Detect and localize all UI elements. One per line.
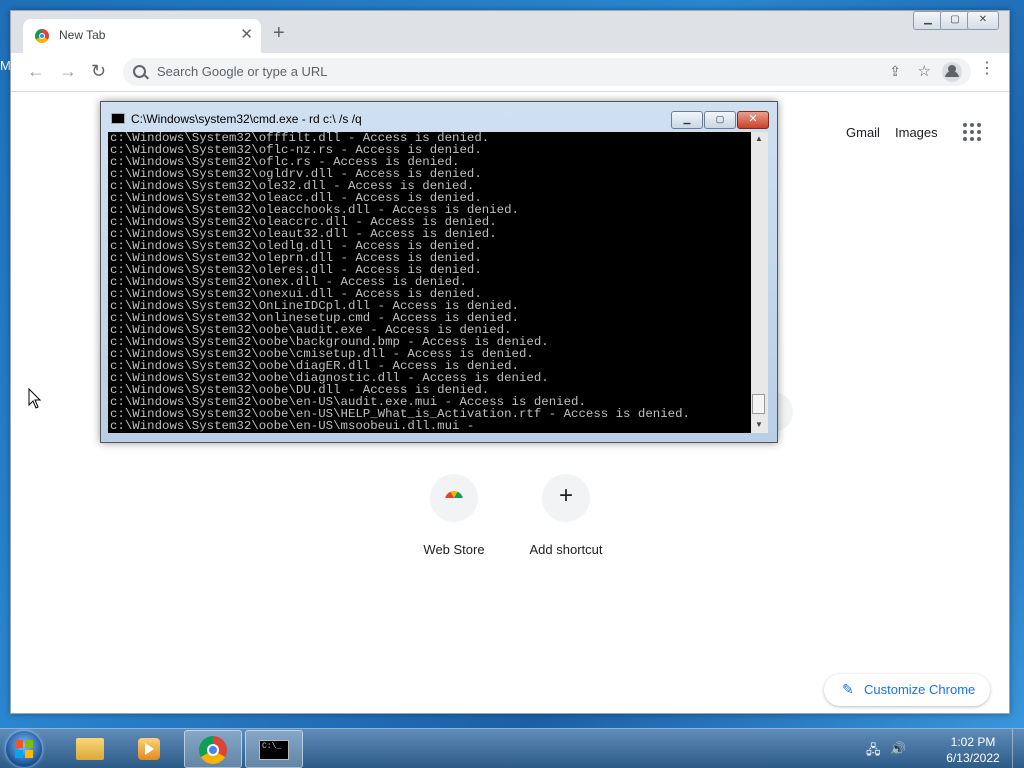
omnibox-placeholder[interactable]: Search Google or type a URL	[157, 64, 328, 79]
share-icon[interactable]: ⇪	[889, 63, 901, 80]
search-icon	[133, 65, 146, 78]
cmd-taskbar-icon: C:\_	[259, 740, 289, 760]
shortcut-tile[interactable]: +	[542, 474, 590, 522]
taskbar: C:\_ 🖧 🔊 1:02 PM 6/13/2022	[0, 728, 1024, 768]
shortcut-web-store[interactable]: Web Store	[404, 474, 504, 557]
chrome-menu-icon[interactable]: ⋮	[979, 61, 995, 77]
network-icon[interactable]: 🖧	[866, 741, 881, 763]
customize-label: Customize Chrome	[864, 682, 976, 697]
volume-icon[interactable]: 🔊	[890, 741, 906, 757]
maximize-button[interactable]: ▢	[940, 11, 970, 30]
scroll-up-arrow-icon[interactable]: ▲	[755, 134, 763, 143]
scroll-thumb[interactable]	[752, 394, 765, 414]
customize-chrome-button[interactable]: ✎ Customize Chrome	[824, 674, 990, 706]
plus-icon: +	[558, 482, 573, 509]
shortcut-label: Web Store	[423, 542, 485, 557]
cmd-title: C:\Windows\system32\cmd.exe - rd c:\ /s …	[131, 112, 362, 126]
minimize-button[interactable]: ▁	[913, 11, 943, 30]
browser-toolbar: ← → ↻ Search Google or type a URL ⇪ ☆ ⋮	[11, 53, 1009, 92]
gmail-link[interactable]: Gmail	[846, 125, 880, 140]
tab-close-icon[interactable]: ✕	[240, 25, 253, 43]
chrome-favicon-icon	[35, 29, 49, 43]
back-arrow-icon[interactable]: ←	[27, 62, 45, 80]
taskbar-chrome[interactable]	[184, 730, 242, 768]
cmd-window: C:\Windows\system32\cmd.exe - rd c:\ /s …	[100, 101, 778, 443]
console-line: c:\Windows\System32\oobe\en-US\msoobeui.…	[110, 419, 475, 433]
cmd-minimize-button[interactable]: ▁	[671, 111, 703, 129]
taskbar-media-player[interactable]	[120, 730, 178, 768]
cmd-icon	[111, 113, 125, 124]
chrome-icon	[199, 736, 227, 764]
pencil-icon: ✎	[842, 681, 854, 697]
web-store-icon	[445, 491, 463, 505]
close-button[interactable]: ✕	[967, 11, 999, 30]
taskbar-explorer[interactable]	[60, 730, 118, 768]
shortcut-label: Add shortcut	[529, 542, 603, 557]
clock-time: 1:02 PM	[950, 735, 996, 749]
taskbar-cmd[interactable]: C:\_	[245, 730, 303, 768]
media-player-icon	[138, 738, 160, 760]
start-button[interactable]	[6, 731, 42, 767]
tab-title: New Tab	[59, 28, 106, 42]
bookmark-star-icon[interactable]: ☆	[918, 62, 931, 80]
scroll-down-arrow-icon[interactable]: ▼	[755, 420, 763, 429]
omnibox[interactable]: Search Google or type a URL ⇪ ☆	[123, 58, 971, 86]
new-tab-button[interactable]: +	[273, 23, 285, 43]
show-desktop-button[interactable]	[1012, 729, 1024, 768]
profile-avatar-icon[interactable]	[942, 62, 962, 82]
system-clock[interactable]: 1:02 PM 6/13/2022	[940, 734, 1006, 766]
windows-logo-icon	[15, 740, 33, 758]
forward-arrow-icon[interactable]: →	[59, 62, 77, 80]
chrome-titlebar[interactable]: New Tab ✕ + ▁ ▢ ✕	[11, 11, 1009, 53]
images-link[interactable]: Images	[895, 125, 938, 140]
cmd-maximize-button[interactable]: ▢	[704, 111, 736, 129]
console-scrollbar[interactable]: ▲ ▼	[751, 132, 768, 433]
reload-icon[interactable]: ↻	[91, 62, 106, 80]
folder-icon	[76, 738, 104, 760]
clock-date: 6/13/2022	[946, 751, 1000, 765]
shortcut-tile[interactable]	[430, 474, 478, 522]
tab-new-tab[interactable]: New Tab ✕	[23, 19, 261, 53]
google-apps-icon[interactable]	[963, 123, 981, 141]
cmd-close-button[interactable]: ✕	[737, 111, 769, 129]
console-output[interactable]: c:\Windows\System32\offfilt.dll - Access…	[108, 132, 751, 433]
add-shortcut-button[interactable]: + Add shortcut	[516, 474, 616, 557]
